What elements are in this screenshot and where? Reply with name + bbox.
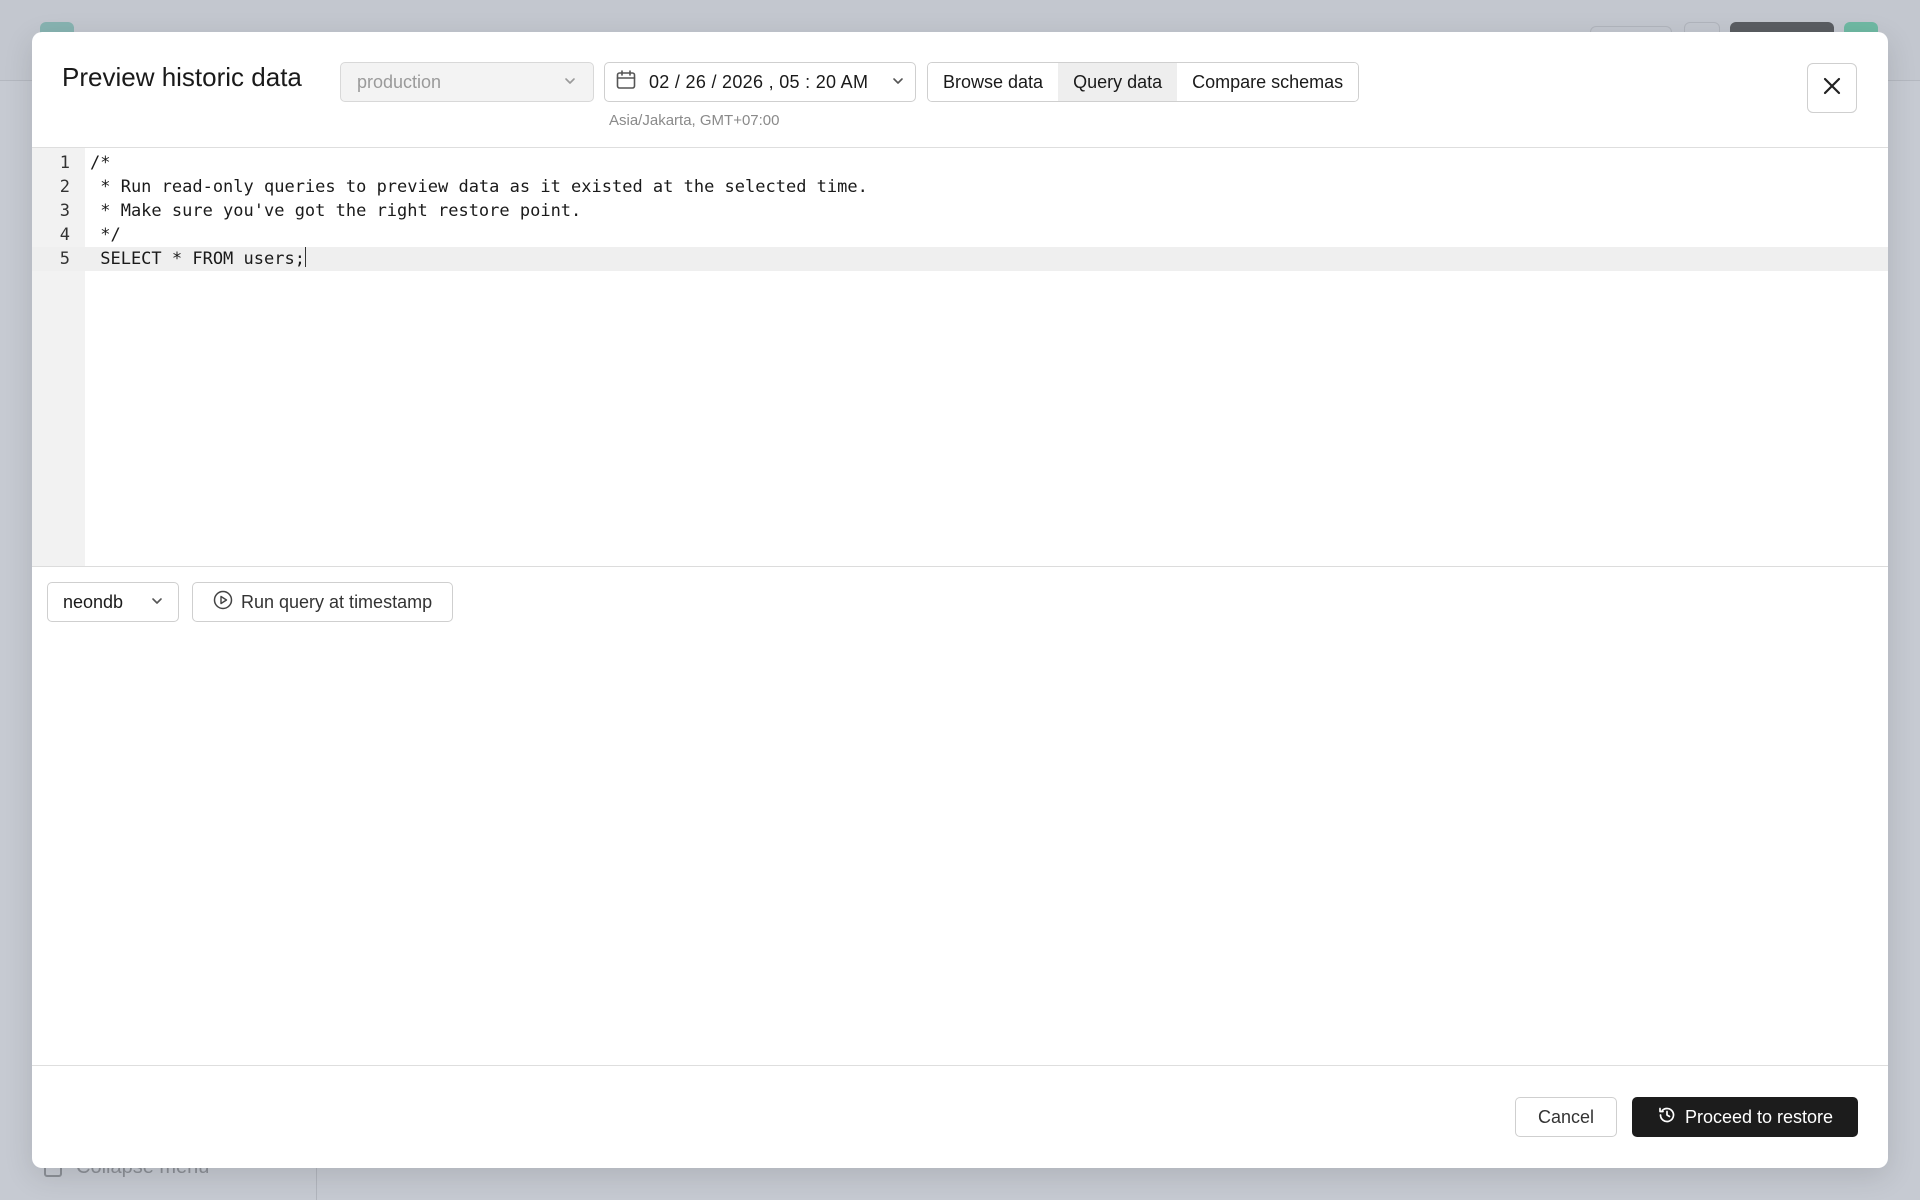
chevron-down-icon <box>563 72 577 93</box>
chevron-down-icon <box>891 72 905 93</box>
tab-compare-schemas[interactable]: Compare schemas <box>1177 63 1359 101</box>
code-text: SELECT * FROM users; <box>90 249 305 269</box>
calendar-icon <box>615 69 637 96</box>
code-line: 3 * Make sure you've got the right resto… <box>32 199 1888 223</box>
database-select[interactable]: neondb <box>47 582 179 622</box>
dialog-footer: Cancel Proceed to restore <box>32 1065 1888 1168</box>
database-select-value: neondb <box>63 591 124 612</box>
dialog-title: Preview historic data <box>62 62 302 92</box>
code-line: 2 * Run read-only queries to preview dat… <box>32 175 1888 199</box>
line-number: 2 <box>59 177 70 197</box>
run-query-button[interactable]: Run query at timestamp <box>192 582 454 622</box>
branch-select-value: production <box>357 71 442 92</box>
line-number: 5 <box>59 249 70 269</box>
line-number: 4 <box>59 225 70 245</box>
line-number: 1 <box>59 153 70 173</box>
code-text: * Make sure you've got the right restore… <box>90 201 582 221</box>
cancel-button[interactable]: Cancel <box>1515 1097 1617 1137</box>
proceed-to-restore-button[interactable]: Proceed to restore <box>1632 1097 1858 1137</box>
tab-browse-data[interactable]: Browse data <box>928 63 1059 101</box>
code-text: /* <box>90 153 111 173</box>
close-button[interactable] <box>1807 63 1857 113</box>
run-query-label: Run query at timestamp <box>241 591 433 612</box>
view-mode-tabs: Browse data Query data Compare schemas <box>927 62 1360 102</box>
code-text: * Run read-only queries to preview data … <box>90 177 868 197</box>
code-line: 4 */ <box>32 223 1888 247</box>
proceed-label: Proceed to restore <box>1684 1106 1834 1127</box>
tab-query-data[interactable]: Query data <box>1058 63 1178 101</box>
code-line-current: 5 SELECT * FROM users; <box>32 247 1888 271</box>
datetime-value: 02 / 26 / 2026 , 05 : 20 AM <box>649 71 869 92</box>
dialog-header: Preview historic data production 02 / 26… <box>32 32 1888 148</box>
timezone-label: Asia/Jakarta, GMT+07:00 <box>609 112 780 129</box>
history-icon <box>1657 1105 1677 1130</box>
branch-select[interactable]: production <box>340 62 594 102</box>
datetime-picker[interactable]: 02 / 26 / 2026 , 05 : 20 AM <box>604 62 916 102</box>
sql-editor[interactable]: 1 /* 2 * Run read-only queries to previe… <box>32 148 1888 567</box>
line-number: 3 <box>59 201 70 221</box>
chevron-down-icon <box>150 592 164 613</box>
code-text: */ <box>90 225 121 245</box>
text-caret <box>304 247 306 267</box>
close-icon <box>1821 75 1843 102</box>
preview-historic-data-dialog: Preview historic data production 02 / 26… <box>32 32 1888 1168</box>
code-text-wrapper: SELECT * FROM users; <box>90 247 306 271</box>
code-line: 1 /* <box>32 151 1888 175</box>
play-circle-icon <box>213 590 233 615</box>
